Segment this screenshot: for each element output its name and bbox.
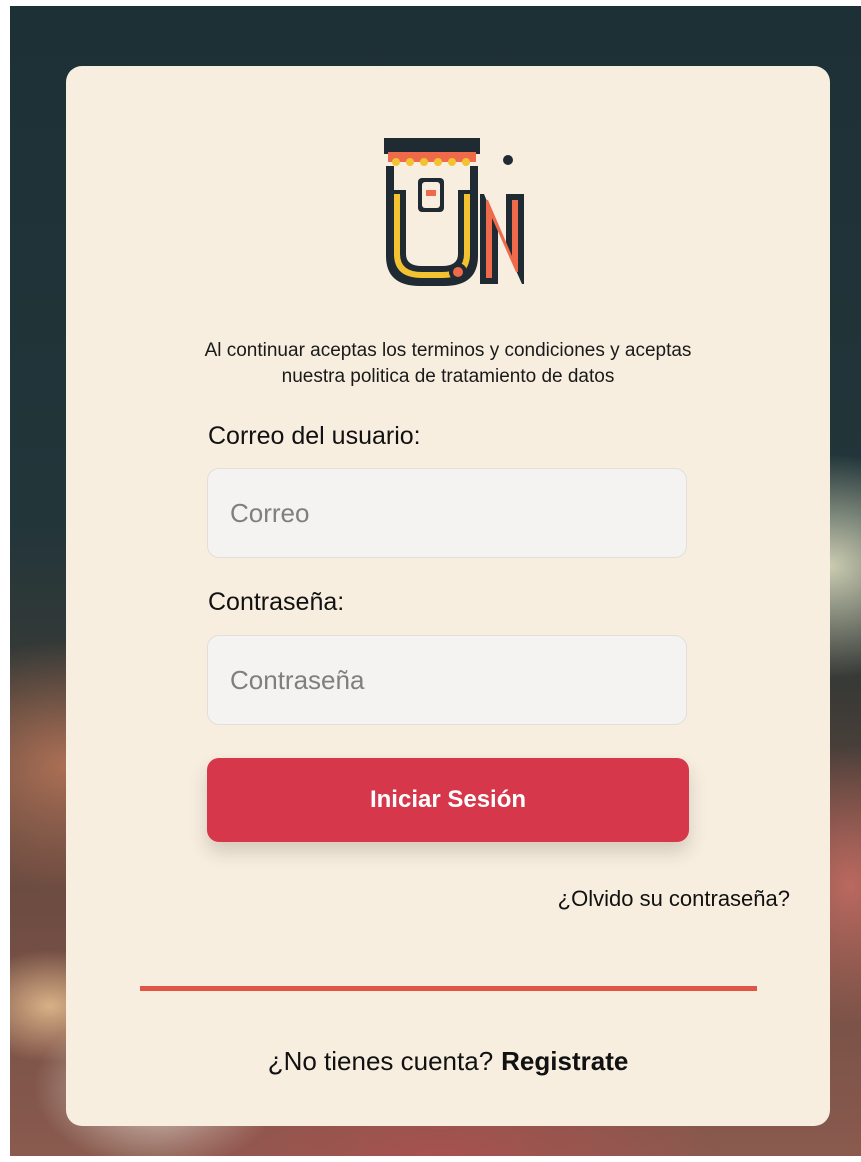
brand-logo-icon <box>384 138 524 286</box>
login-card: Al continuar aceptas los terminos y cond… <box>66 66 830 1126</box>
password-label: Contraseña: <box>208 588 345 616</box>
email-input[interactable] <box>207 468 687 558</box>
terms-notice: Al continuar aceptas los terminos y cond… <box>66 338 830 390</box>
email-label: Correo del usuario: <box>208 422 421 450</box>
register-row: ¿No tienes cuenta? Registrate <box>66 1046 830 1077</box>
login-button[interactable]: Iniciar Sesión <box>207 758 689 842</box>
forgot-password-link[interactable]: ¿Olvido su contraseña? <box>558 886 790 912</box>
password-input[interactable] <box>207 635 687 725</box>
terms-line-1: Al continuar aceptas los terminos y cond… <box>204 340 692 361</box>
terms-line-2: nuestra politica de tratamiento de datos <box>281 366 615 387</box>
register-link[interactable]: Registrate <box>501 1046 628 1076</box>
register-prompt: ¿No tienes cuenta? <box>267 1046 494 1076</box>
divider-line <box>140 986 757 991</box>
